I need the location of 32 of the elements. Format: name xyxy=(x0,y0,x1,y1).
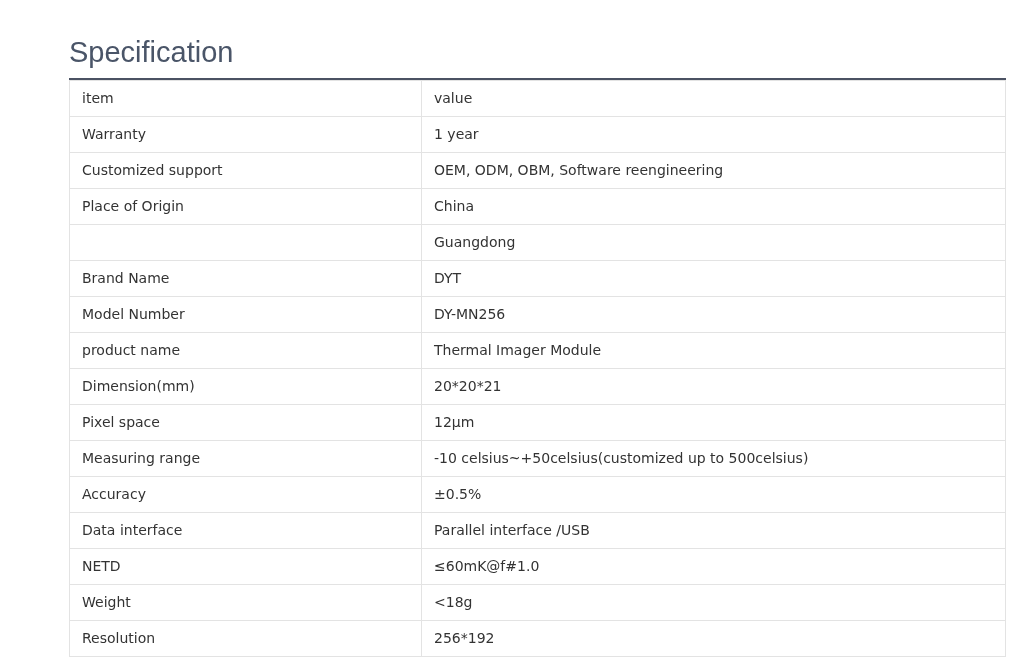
table-cell: -10 celsius~+50celsius(customized up to 500celsius) xyxy=(434,450,809,466)
table-cell: Customized support xyxy=(82,162,223,178)
table-cell: 12μm xyxy=(434,414,475,430)
table-cell: Warranty xyxy=(82,126,147,142)
table-cell: <18g xyxy=(434,594,473,610)
table-cell: 20*20*21 xyxy=(434,378,502,394)
table-cell: China xyxy=(434,198,474,214)
table-cell: Guangdong xyxy=(434,234,516,250)
table-cell: DYT xyxy=(434,270,462,286)
table-cell: Thermal Imager Module xyxy=(434,342,602,358)
table-cell: Parallel interface /USB xyxy=(434,522,590,538)
table-cell: item xyxy=(82,90,114,106)
table-cell: 1 year xyxy=(434,126,479,142)
table-cell: Data interface xyxy=(82,522,183,538)
table-cell: Dimension(mm) xyxy=(82,378,195,394)
table-cell: value xyxy=(434,90,473,106)
table-cell: Place of Origin xyxy=(82,198,184,214)
table-cell: OEM, ODM, OBM, Software reengineering xyxy=(434,162,724,178)
table-cell: Measuring range xyxy=(82,450,200,466)
table-cell: NETD xyxy=(82,558,121,574)
table-cell: product name xyxy=(82,342,180,358)
table-cell: DY-MN256 xyxy=(434,306,506,322)
table-cell: Pixel space xyxy=(82,414,160,430)
table-cell: 256*192 xyxy=(434,630,495,646)
table-cell: Weight xyxy=(82,594,131,610)
table-cell: Resolution xyxy=(82,630,156,646)
section-heading: Specification xyxy=(69,35,235,70)
table-cell: Accuracy xyxy=(82,486,146,502)
table-cell: Model Number xyxy=(82,306,185,322)
table-cell: ±0.5% xyxy=(434,486,482,502)
table-cell: Brand Name xyxy=(82,270,170,286)
table-cell: ≤60mK@f#1.0 xyxy=(434,558,540,574)
